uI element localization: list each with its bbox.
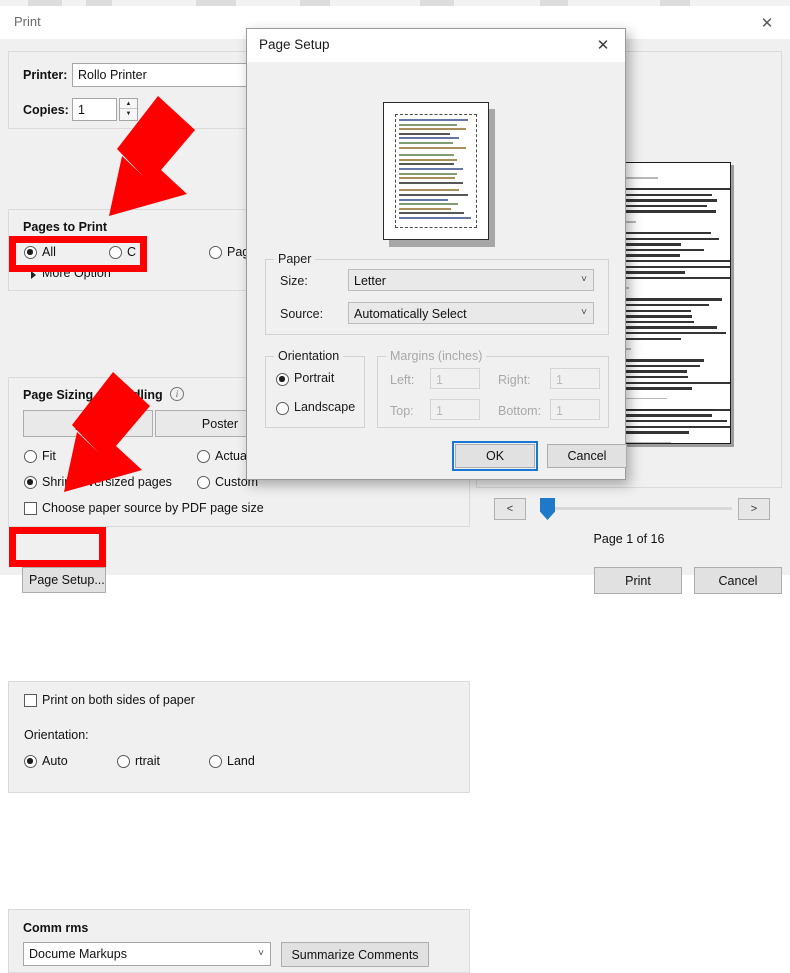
highlight-box-page-setup-button (9, 527, 106, 567)
comments-forms-select[interactable]: Docume Markups ˅ (23, 942, 271, 966)
page-setup-button-label: Page Setup... (29, 573, 105, 587)
pages-to-print-title: Pages to Print (23, 220, 107, 234)
cancel-button[interactable]: Cancel (694, 567, 782, 594)
page-setup-title: Page Setup (259, 37, 330, 52)
margin-top-input[interactable]: 1 (430, 399, 480, 420)
checkbox-paper-source[interactable] (24, 502, 37, 515)
paper-group-label: Paper (274, 252, 315, 266)
margin-left-input[interactable]: 1 (430, 368, 480, 389)
margin-right-input[interactable]: 1 (550, 368, 600, 389)
previous-page-label: < (507, 503, 513, 515)
margin-bottom-value: 1 (556, 404, 563, 418)
orientation-label: Orientation: (24, 728, 89, 742)
summarize-comments-button[interactable]: Summarize Comments (281, 942, 429, 967)
margin-left-value: 1 (436, 373, 443, 387)
paper-source-value: Automatically Select (354, 307, 467, 321)
margin-bottom-input[interactable]: 1 (550, 399, 600, 420)
duplex-orientation-panel: Print on both sides of paper Orientation… (8, 681, 470, 793)
printer-select-value: Rollo Printer (78, 68, 147, 82)
radio-orientation-portrait-label: rtrait (135, 754, 160, 768)
close-icon[interactable]: ✕ (581, 29, 625, 61)
comments-forms-title: Comm rms (23, 921, 88, 935)
page-indicator: Page 1 of 16 (476, 532, 782, 546)
highlight-box-size-button (9, 236, 147, 272)
arrow-to-page-setup-button (50, 368, 190, 513)
orientation-group: Orientation Portrait Landscape (265, 356, 365, 428)
margin-bottom-label: Bottom: (498, 404, 541, 418)
paper-source-label: Source: (280, 307, 323, 321)
page-setup-cancel-label: Cancel (568, 449, 607, 463)
ok-button-label: OK (486, 449, 504, 463)
comments-forms-panel: Comm rms Docume Markups ˅ Summarize Comm… (8, 909, 470, 973)
page-preview-thumbnail (383, 102, 489, 240)
next-page-button[interactable]: > (738, 498, 770, 520)
page-slider-thumb[interactable] (540, 498, 555, 520)
cancel-button-label: Cancel (719, 574, 758, 588)
summarize-comments-label: Summarize Comments (291, 948, 418, 962)
radio-landscape-label: Landscape (294, 400, 355, 414)
radio-portrait[interactable] (276, 373, 289, 386)
margin-top-label: Top: (390, 404, 414, 418)
print-button[interactable]: Print (594, 567, 682, 594)
radio-fit[interactable] (24, 450, 37, 463)
page-setup-titlebar: Page Setup ✕ (247, 29, 625, 62)
chevron-down-icon: ˅ (258, 945, 264, 963)
page-slider-track[interactable] (542, 507, 732, 510)
poster-button-label: Poster (202, 417, 238, 431)
radio-custom-scale[interactable] (197, 476, 210, 489)
margins-group: Margins (inches) Left: 1 Right: 1 Top: 1… (377, 356, 609, 428)
checkbox-both-sides[interactable] (24, 694, 37, 707)
margin-right-value: 1 (556, 373, 563, 387)
paper-source-select[interactable]: Automatically Select ˅ (348, 302, 594, 324)
radio-landscape[interactable] (276, 402, 289, 415)
radio-actual-size[interactable] (197, 450, 210, 463)
checkbox-both-sides-label: Print on both sides of paper (42, 693, 195, 707)
page-title: Print (14, 14, 41, 29)
margin-top-value: 1 (436, 404, 443, 418)
previous-page-button[interactable]: < (494, 498, 526, 520)
copies-label: Copies: (23, 103, 69, 117)
paper-size-label: Size: (280, 274, 308, 288)
close-icon[interactable]: ✕ (744, 6, 790, 39)
margin-left-label: Left: (390, 373, 414, 387)
radio-shrink-oversized[interactable] (24, 476, 37, 489)
page-setup-cancel-button[interactable]: Cancel (547, 444, 627, 468)
radio-orientation-landscape-label: Land (227, 754, 255, 768)
next-page-label: > (751, 503, 757, 515)
chevron-down-icon: ˅ (581, 304, 587, 322)
chevron-right-icon[interactable] (31, 271, 36, 279)
paper-size-value: Letter (354, 274, 386, 288)
radio-portrait-label: Portrait (294, 371, 334, 385)
radio-orientation-portrait[interactable] (117, 755, 130, 768)
paper-size-select[interactable]: Letter ˅ (348, 269, 594, 291)
print-button-label: Print (625, 574, 651, 588)
margins-group-label: Margins (inches) (386, 349, 486, 363)
radio-orientation-auto-label: Auto (42, 754, 68, 768)
radio-pages[interactable] (209, 246, 222, 259)
paper-group: Paper Size: Letter ˅ Source: Automatical… (265, 259, 609, 335)
chevron-down-icon: ˅ (581, 271, 587, 289)
radio-orientation-landscape[interactable] (209, 755, 222, 768)
radio-actual-size-label: Actual (215, 449, 250, 463)
margin-right-label: Right: (498, 373, 531, 387)
printer-label: Printer: (23, 68, 67, 82)
comments-forms-select-value: Docume Markups (29, 947, 127, 961)
radio-orientation-auto[interactable] (24, 755, 37, 768)
page-setup-dialog: Page Setup ✕ Paper Size: Letter ˅ Source… (246, 28, 626, 480)
arrow-to-size-button (95, 92, 245, 222)
ok-button[interactable]: OK (455, 444, 535, 468)
copies-input-value: 1 (78, 103, 85, 117)
page-setup-button[interactable]: Page Setup... (22, 567, 106, 593)
orientation-group-label: Orientation (274, 349, 343, 363)
